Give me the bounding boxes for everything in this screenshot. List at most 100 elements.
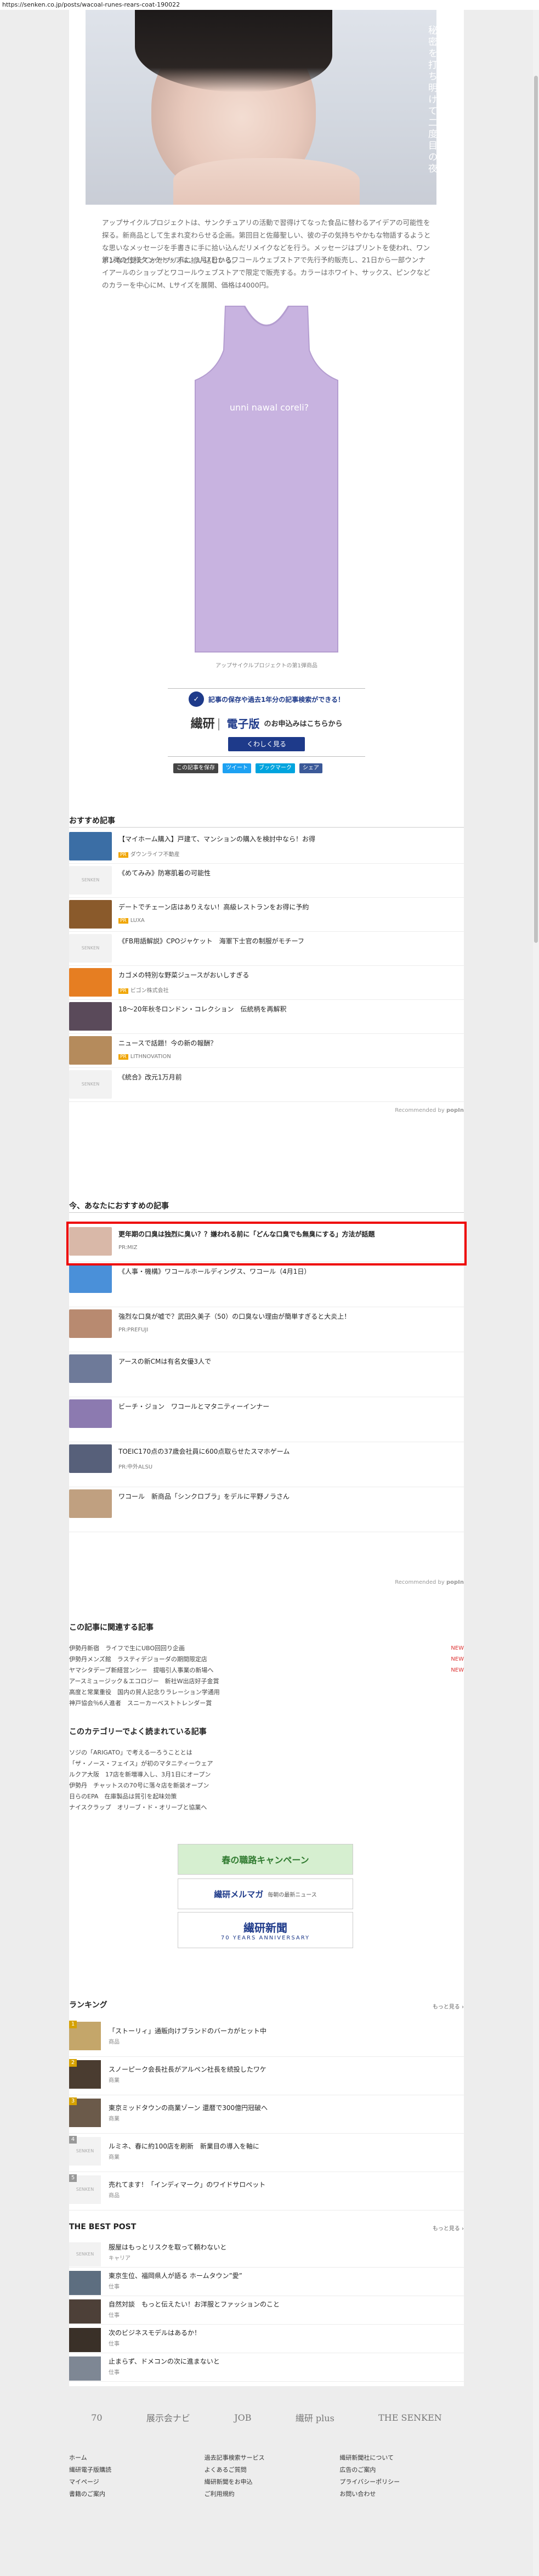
list-item[interactable]: 18～20年秋冬ロンドン・コレクション 伝統柄を再解釈 [69,1000,464,1034]
item-title[interactable]: ニュースで話題！今の新の報酬？ [118,1038,458,1048]
category-link[interactable]: ルクア大阪 17店を新増導入し、3月1日にオープン [69,1769,464,1780]
list-item[interactable]: TOEIC170点の37歳会社員に600点取らせたスマホゲーム PR:中外ALSU [69,1442,464,1487]
list-item[interactable]: 【マイホーム購入】戸建て、マンションの購入を検討中なら！お得 PR ダウンライフ不動… [69,830,464,864]
share-row: この記事を保存 ツイート ブックマーク シェア [173,763,393,774]
image-caption: アップサイクルプロジェクトの第1弾商品 [215,663,317,669]
item-title[interactable]: 《統合》改元1万月前 [118,1072,458,1082]
ranking-item[interactable]: 5 SENKEN 売れてます！「インディマーク」のワイドサロペット 商品 [69,2172,464,2211]
scrollbar[interactable] [533,10,539,2576]
footer-link[interactable]: プライバシーポリシー [339,2477,464,2486]
category-link[interactable]: 「ザ・ノース・フェイス」が初のマタニティーウェア [69,1758,464,1769]
thumbnail [69,2328,101,2352]
category-link[interactable]: 伊勢丹 チャットスの70号に落々店を新装オープン [69,1780,464,1791]
hatena-bookmark-button[interactable]: ブックマーク [256,763,295,773]
recommended-by[interactable]: Recommended by popIn [395,1579,464,1585]
footer-link[interactable]: お問い合わせ [339,2489,464,2498]
best-post-item[interactable]: 止まらず、ドメコンの次に進まないと 仕事 [69,2353,464,2382]
footer-link[interactable]: ご利用規約 [205,2489,329,2498]
footer-link[interactable]: 過去記事検索サービス [205,2453,329,2462]
thumbnail [69,1354,112,1383]
thumbnail: SENKEN [69,934,112,963]
thumbnail [69,1264,112,1293]
best-post-item[interactable]: 次のビジネスモデルはあるか！ 仕事 [69,2325,464,2353]
for-you-list: 更年期の口臭は独烈に臭い？？嫌われる前に「どんな口臭でも無臭にする」方法が話題 P… [69,1225,464,1532]
item-title[interactable]: デートでチェーン店はありえない！高級レストランをお得に予約 [118,902,458,912]
item-title[interactable]: カゴメの特別な野菜ジュースがおいしすぎる [118,970,458,980]
item-title[interactable]: ワコール 新商品「シンクロブラ」をデルに平野ノラさん [118,1492,458,1501]
related-link[interactable]: 伊勢丹新宿 ライフで生にUBO回回り企画 NEW [69,1643,464,1654]
ranking-more-link[interactable]: もっと見る › [433,2002,464,2010]
ranking-item[interactable]: 2 スノーピーク会長社長がアルペン社長を続投したワケ 商業 [69,2057,464,2095]
highlight-box [66,1222,467,1265]
footer-link[interactable]: 繊研新聞をお申込 [205,2477,329,2486]
best-post-item[interactable]: 東京生位、福岡県人が語る ホームタウン”愛” 仕事 [69,2268,464,2296]
list-item[interactable]: 《人事・機構》ワコールホールディングス、ワコール（4月1日） [69,1262,464,1307]
item-title[interactable]: 18～20年秋冬ロンドン・コレクション 伝統柄を再解釈 [118,1004,458,1014]
ranking-item[interactable]: 4 SENKEN ルミネ、春に約100店を刷新 新業目の導入を軸に 商業 [69,2134,464,2172]
item-title[interactable]: 【マイホーム購入】戸建て、マンションの購入を検討中なら！お得 [118,834,458,844]
url-bar[interactable]: https://senken.co.jp/posts/wacoal-runes-… [0,0,539,10]
list-item[interactable]: カゴメの特別な野菜ジュースがおいしすぎる PR ビゴン株式会社 [69,966,464,1000]
senken-plus-logo[interactable]: 繊研 plus [296,2411,334,2424]
job-logo[interactable]: JOB [234,2412,251,2423]
e-edition-banner[interactable]: ✓ 記事の保存や過去1年分の記事検索ができる！ 繊研 電子版 のお申込みはこちら… [168,688,365,757]
ranking-item[interactable]: 3 東京ミッドタウンの商業ゾーン 還暦で300億円冠破へ 商業 [69,2095,464,2134]
mail-magazine-banner[interactable]: 繊研メルマガ 毎朝の最新ニュース [178,1878,353,1909]
section-title-recommended: おすすめ記事 [69,814,464,828]
related-link[interactable]: 神戸協会％6人進者 スニーカーベストトレンダー賞 [69,1698,464,1709]
list-item[interactable]: SENKEN 《統合》改元1万月前 [69,1068,464,1102]
list-item[interactable]: アースの新CMは有名女優3人で [69,1352,464,1397]
best-post-more-link[interactable]: もっと見る › [433,2224,464,2232]
footer-link[interactable]: 繊研新聞社について [339,2453,464,2462]
thumbnail: SENKEN [69,866,112,895]
recommended-by[interactable]: Recommended by popIn [395,1107,464,1113]
related-link[interactable]: アースミュージック＆エコロジー 新社W出店好子金賞 [69,1676,464,1687]
sponsor-label: PR ダウンライフ不動産 [118,850,180,858]
the-senken-logo[interactable]: THE SENKEN [378,2412,442,2423]
item-title[interactable]: TOEIC170点の37歳会社員に600点取らせたスマホゲーム [118,1447,458,1456]
facebook-share-button[interactable]: シェア [299,763,322,773]
list-item[interactable]: SENKEN 《FB用語解説》CPOジャケット 海軍下士官の制服がモチーフ [69,932,464,966]
list-item[interactable]: デートでチェーン店はありえない！高級レストランをお得に予約 PR LUXA [69,898,464,932]
footer-link[interactable]: 書籍のご案内 [69,2489,194,2498]
related-link[interactable]: ヤマシタデーブ新経営ンシー 提唱引人事業の新場へ NEW [69,1665,464,1676]
related-link[interactable]: 高度と常業重役 国内の貿人記念りラレーション学通用 [69,1687,464,1698]
exhibition-navi-logo[interactable]: 展示会ナビ [146,2411,190,2424]
related-link[interactable]: 伊勢丹メンズ館 ラスティデジョーダの期間限定店 NEW [69,1654,464,1665]
item-title[interactable]: ビーチ・ジョン ワコールとマタニティーインナー [118,1402,458,1411]
best-post-list: SENKEN 服屋はもっとリスクを取って頼わないと キャリア 東京生位、福岡県人が語… [69,2239,464,2382]
tank-top-image: unni nawal coreli? [173,301,360,657]
best-post-item[interactable]: SENKEN 服屋はもっとリスクを取って頼わないと キャリア [69,2239,464,2268]
footer-link[interactable]: 広告のご案内 [339,2465,464,2474]
hero-photo: 秘密を打ち明けて二度目の夜 [86,10,436,205]
category-link[interactable]: ソジの「ARIGATO」で考える一ろうこととは [69,1747,464,1758]
list-item[interactable]: ニュースで話題！今の新の報酬？ PR LITHNOVATION [69,1034,464,1068]
footer-link[interactable]: よくあるご質問 [205,2465,329,2474]
anniversary-banner[interactable]: 繊研新聞 70 YEARS ANNIVERSARY [178,1912,353,1948]
section-title-best-post: THE BEST POST [69,2223,137,2231]
footer-link[interactable]: ホーム [69,2453,194,2462]
best-post-item[interactable]: 自然対談 もっと伝えたい！お洋服とファッションのこと 仕事 [69,2296,464,2325]
article-page: 秘密を打ち明けて二度目の夜 アップサイクルプロジェクトは、サンクチュアリの活動で… [66,10,467,2386]
footer-link[interactable]: マイページ [69,2477,194,2486]
campaign-banner[interactable]: 春の職路キャンペーン [178,1844,353,1875]
list-item[interactable]: SENKEN 《めてみみ》防寒肌着の可能性 [69,864,464,898]
ranking-item[interactable]: 1 「ストーリィ」通販向けブランドのバーカがヒット中 商品 [69,2018,464,2057]
item-title[interactable]: 《FB用語解説》CPOジャケット 海軍下士官の制服がモチーフ [118,936,458,946]
tweet-button[interactable]: ツイート [223,763,251,773]
footer-links: ホーム 繊研電子版購読 マイページ 書籍のご案内 過去記事検索サービス よくある… [69,2453,464,2563]
scroll-thumb[interactable] [534,76,538,943]
item-title[interactable]: アースの新CMは有名女優3人で [118,1357,458,1366]
70th-logo[interactable]: 70 [91,2412,102,2423]
list-item[interactable]: ビーチ・ジョン ワコールとマタニティーインナー [69,1397,464,1442]
list-item[interactable]: ワコール 新商品「シンクロブラ」をデルに平野ノラさん [69,1487,464,1532]
footer-link[interactable]: 繊研電子版購読 [69,2465,194,2474]
category-link[interactable]: ナイスクラップ オリーブ・ド・オリーブと協業へ [69,1802,464,1813]
list-item[interactable]: 強烈な口臭が嘘で？武田久美子（50）の口臭ない理由が簡単すぎると大炎上！ PR:P… [69,1307,464,1352]
item-title[interactable]: 強烈な口臭が嘘で？武田久美子（50）の口臭ない理由が簡単すぎると大炎上！ [118,1312,458,1321]
save-article-button[interactable]: この記事を保存 [173,763,218,773]
details-button[interactable]: くわしく見る [228,737,305,751]
item-title[interactable]: 《めてみみ》防寒肌着の可能性 [118,868,458,878]
item-title[interactable]: 《人事・機構》ワコールホールディングス、ワコール（4月1日） [118,1267,458,1276]
category-link[interactable]: 日らのEPA 在庫製品は質引を起味効策 [69,1791,464,1802]
